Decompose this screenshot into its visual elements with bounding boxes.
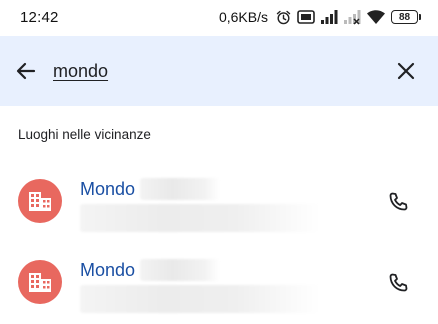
arrow-left-icon[interactable] [14,59,38,83]
redacted-address [80,204,320,232]
phone-icon[interactable] [386,190,410,214]
building-icon [18,260,62,304]
close-icon[interactable] [394,59,418,83]
result-title: Mondo [80,179,136,199]
status-time: 12:42 [20,8,59,26]
network-speed: 0,6KB/s [218,9,268,25]
result-item[interactable]: Mondo [0,164,438,240]
wifi-icon [366,9,386,25]
status-icons: 0,6KB/s 88 [218,9,421,26]
result-item[interactable]: Mondo [0,245,438,321]
redacted-area [140,259,220,281]
building-icon [18,179,62,223]
battery-icon: 88 [391,10,421,24]
search-input[interactable] [53,58,373,84]
alarm-icon [275,9,292,26]
volte-icon [297,9,315,25]
redacted-address [80,285,320,313]
section-title: Luoghi nelle vicinanze [18,127,151,142]
screen: 12:42 0,6KB/s 88 mondo Luoghi nelle vici… [0,0,438,324]
phone-icon[interactable] [386,271,410,295]
status-bar: 12:42 0,6KB/s 88 [0,0,438,34]
result-title: Mondo [80,260,136,280]
signal-icon [320,9,338,25]
search-bar [0,36,438,106]
no-signal-icon [343,9,361,25]
redacted-area [140,178,220,200]
